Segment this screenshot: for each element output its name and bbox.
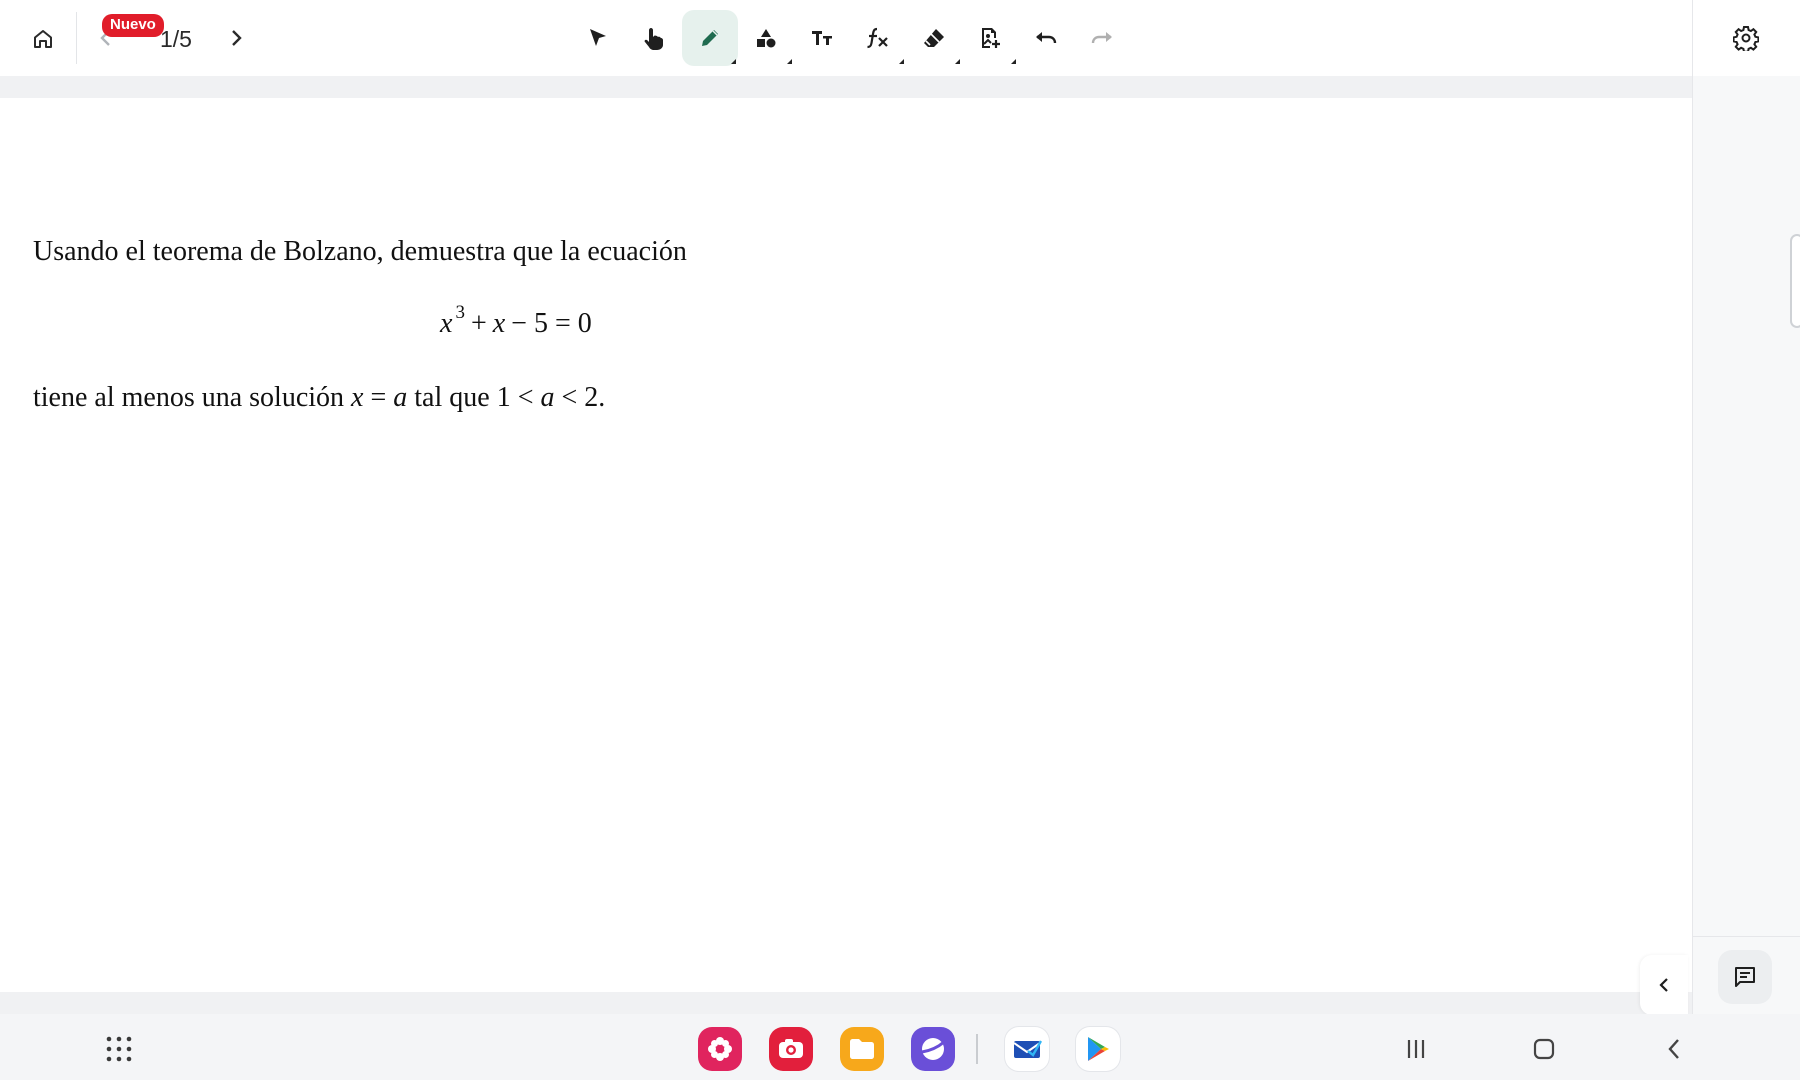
tool-options-indicator (731, 59, 736, 64)
pan-tool[interactable] (626, 10, 682, 66)
canvas-top-margin (0, 76, 1692, 98)
gear-icon (1733, 26, 1759, 51)
tool-options-indicator (1011, 59, 1016, 64)
panel-divider (1692, 936, 1800, 937)
comments-button[interactable] (1718, 950, 1772, 1004)
line2-a2: a (540, 382, 555, 413)
redo-button[interactable] (1074, 10, 1130, 66)
select-tool[interactable] (570, 10, 626, 66)
chat-icon (1735, 967, 1755, 987)
insert-image-tool[interactable] (962, 10, 1018, 66)
line2-equals: = (363, 382, 394, 413)
line2-middle: tal que 1 < (407, 382, 541, 413)
internet-app-icon[interactable] (911, 1027, 955, 1071)
equation: x 3 + x − 5 = 0 (440, 302, 592, 340)
hand-pointer-icon (644, 28, 663, 50)
collapse-panel-button[interactable] (1640, 955, 1688, 1015)
new-badge: Nuevo (102, 14, 164, 37)
apps-grid-icon (106, 1036, 132, 1062)
tool-options-indicator (955, 59, 960, 64)
toolbar-divider (76, 12, 77, 64)
page-navigator: Nuevo 1/5 (90, 14, 260, 64)
eq-plus: + (470, 308, 487, 339)
next-page-button[interactable] (224, 26, 248, 50)
home-system-button[interactable] (1524, 1032, 1564, 1066)
chevron-right-icon (232, 30, 242, 46)
shapes-tool[interactable] (738, 10, 794, 66)
right-side-panel (1692, 0, 1800, 1014)
home-button[interactable] (24, 20, 62, 58)
problem-line-1: Usando el teorema de Bolzano, demuestra … (33, 236, 687, 267)
undo-button[interactable] (1018, 10, 1074, 66)
tool-options-indicator (899, 59, 904, 64)
line2-prefix: tiene al menos una solución (33, 382, 352, 413)
line2-a: a (393, 382, 408, 413)
text-tool[interactable] (794, 10, 850, 66)
eraser-icon (924, 29, 944, 47)
drawing-tools (570, 10, 1130, 66)
line2-end: < 2. (554, 382, 606, 413)
app-drawer-button[interactable] (104, 1034, 134, 1064)
eraser-tool[interactable] (906, 10, 962, 66)
pencil-icon (702, 30, 718, 46)
problem-line-2: tiene al menos una solución x = a tal qu… (33, 382, 605, 414)
camera-app-icon[interactable] (769, 1027, 813, 1071)
back-chevron-icon (1668, 1039, 1679, 1059)
app-dock (698, 1026, 1147, 1072)
eq-variable-x2: x (492, 308, 506, 339)
page-canvas[interactable]: Usando el teorema de Bolzano, demuestra … (0, 98, 1692, 992)
chevron-left-icon (1659, 978, 1668, 992)
eq-variable-x: x (440, 308, 453, 339)
redo-icon (1091, 32, 1112, 44)
pen-tool[interactable] (682, 10, 738, 66)
play-store-app-icon[interactable] (1076, 1027, 1120, 1071)
flower-app-icon[interactable] (698, 1027, 742, 1071)
arrow-pointer-icon (590, 29, 606, 46)
formula-tool[interactable] (850, 10, 906, 66)
settings-button[interactable] (1726, 18, 1766, 58)
files-app-icon[interactable] (840, 1027, 884, 1071)
email-app-icon[interactable] (1005, 1027, 1049, 1071)
panel-scroll-handle[interactable] (1790, 234, 1800, 328)
eq-exponent: 3 (455, 302, 465, 323)
eq-tail: − 5 = 0 (511, 308, 592, 339)
back-system-button[interactable] (1654, 1032, 1694, 1066)
tool-options-indicator (787, 59, 792, 64)
add-image-icon (982, 28, 1000, 48)
page-indicator: 1/5 (160, 26, 192, 52)
home-square-icon (1533, 1038, 1555, 1060)
dock-separator (976, 1034, 978, 1064)
canvas-bottom-margin (0, 992, 1692, 1014)
home-icon (34, 30, 52, 48)
text-size-icon (812, 31, 832, 45)
function-fx-icon (867, 27, 888, 49)
top-toolbar: Nuevo 1/5 (0, 0, 1692, 76)
recents-icon (1407, 1040, 1425, 1058)
undo-icon (1036, 32, 1057, 44)
line2-x: x (351, 382, 364, 413)
recent-apps-button[interactable] (1396, 1032, 1436, 1066)
shapes-icon (757, 29, 776, 48)
